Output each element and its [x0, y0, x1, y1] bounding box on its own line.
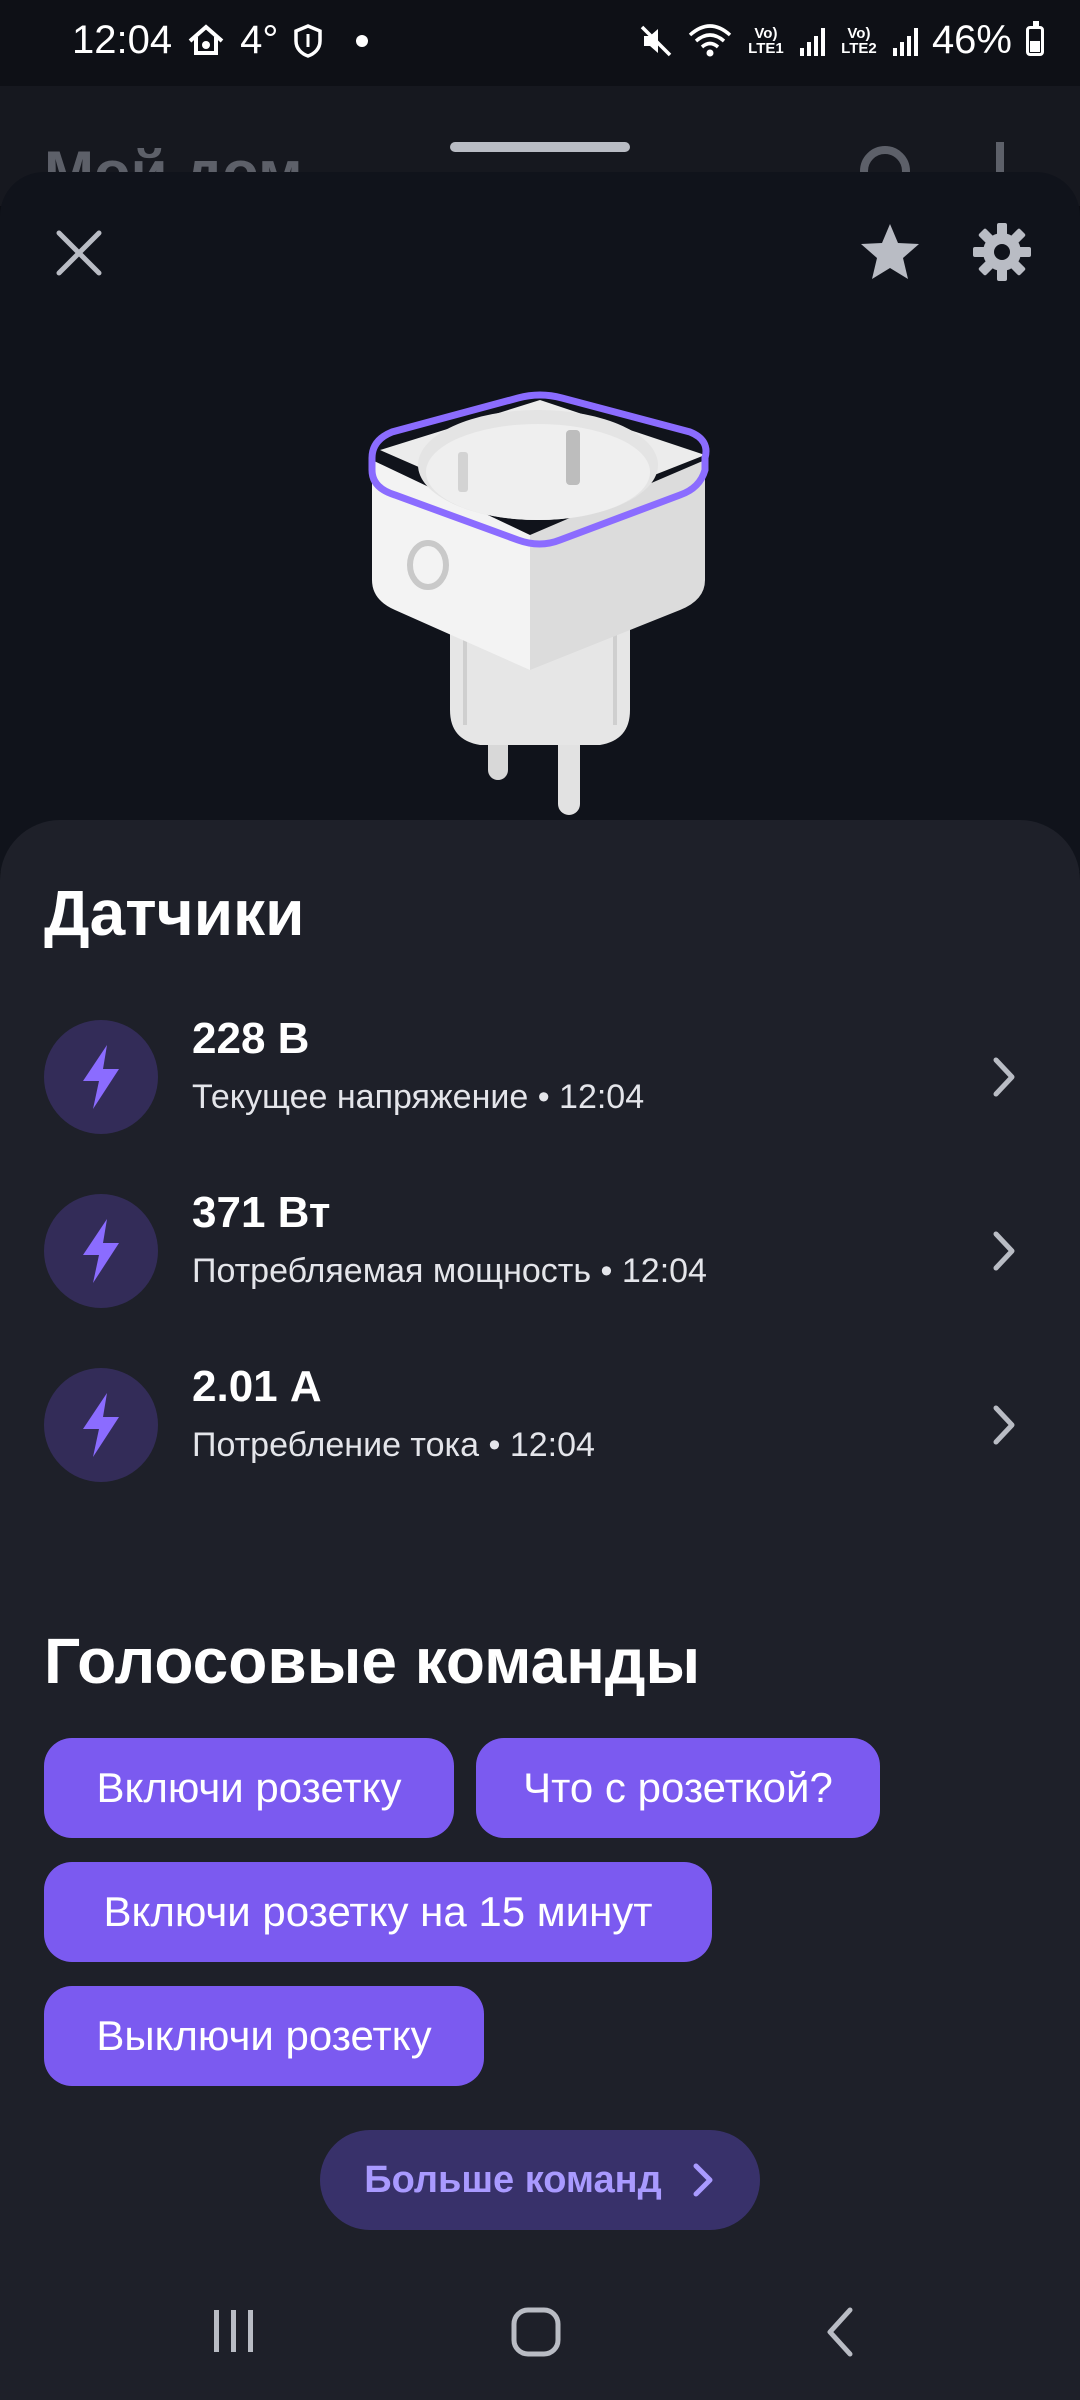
- gear-icon: [973, 223, 1031, 281]
- notification-dot: [356, 34, 369, 47]
- close-button[interactable]: [44, 218, 114, 288]
- chevron-right-icon: [993, 1405, 1015, 1445]
- mute-icon: [640, 25, 672, 56]
- sensor-icon-circle: [44, 1194, 158, 1308]
- more-commands-button[interactable]: Больше команд: [320, 2130, 760, 2230]
- chevron-right-icon: [693, 2163, 713, 2197]
- settings-button[interactable]: [962, 212, 1042, 292]
- home-icon[interactable]: [508, 2304, 564, 2360]
- sensor-value: 2.01 А: [192, 1362, 322, 1411]
- shield-icon: [294, 23, 323, 58]
- voice-command-chip[interactable]: Включи розетку на 15 минут: [44, 1862, 712, 1962]
- sensor-label: Потребление тока • 12:04: [192, 1426, 595, 1464]
- sensor-icon-circle: [44, 1368, 158, 1482]
- star-icon: [861, 224, 919, 279]
- battery-icon: [1026, 20, 1044, 56]
- battery-percent: 46%: [931, 18, 1012, 62]
- temperature: 4°: [240, 18, 279, 62]
- sensor-value: 228 В: [192, 1014, 310, 1063]
- voice-command-chip[interactable]: Выключи розетку: [44, 1986, 484, 2086]
- voice-commands-title: Голосовые команды: [44, 1625, 701, 1697]
- lightning-icon: [83, 1045, 119, 1109]
- sensor-icon-circle: [44, 1020, 158, 1134]
- status-bar: 12:04 4° Vo) LTE1 Vo) LTE2 46%: [0, 0, 1080, 86]
- chevron-right-icon: [993, 1057, 1015, 1097]
- sheet-drag-handle[interactable]: [450, 142, 630, 152]
- recents-icon[interactable]: [206, 2306, 262, 2356]
- sensor-label: Текущее напряжение • 12:04: [192, 1078, 645, 1116]
- sensor-row-power[interactable]: 371 Вт Потребляемая мощность • 12:04: [0, 1178, 1080, 1328]
- system-nav-bar: [0, 2262, 1080, 2400]
- lightning-icon: [83, 1393, 119, 1457]
- sensor-row-current[interactable]: 2.01 А Потребление тока • 12:04: [0, 1352, 1080, 1502]
- voice-command-chip[interactable]: Включи розетку: [44, 1738, 454, 1838]
- sim2-label: Vo) LTE2: [841, 24, 877, 57]
- sensor-value: 371 Вт: [192, 1188, 331, 1237]
- clock: 12:04: [72, 18, 173, 62]
- smart-plug-image: [368, 391, 710, 815]
- home-alert-icon: [188, 23, 224, 55]
- sensor-row-voltage[interactable]: 228 В Текущее напряжение • 12:04: [0, 1004, 1080, 1154]
- signal-icon: [799, 26, 825, 56]
- back-icon[interactable]: [820, 2304, 860, 2360]
- voice-command-chip[interactable]: Что с розеткой?: [476, 1738, 880, 1838]
- signal-icon-2: [892, 26, 918, 56]
- close-icon: [56, 230, 102, 276]
- favorite-button[interactable]: [850, 212, 930, 292]
- wifi-icon: [688, 23, 732, 56]
- sensors-title: Датчики: [44, 877, 305, 949]
- chevron-right-icon: [993, 1231, 1015, 1271]
- more-commands-label: Больше команд: [364, 2158, 662, 2201]
- lightning-icon: [83, 1219, 119, 1283]
- sim1-label: Vo) LTE1: [748, 24, 784, 57]
- sensor-label: Потребляемая мощность • 12:04: [192, 1252, 707, 1290]
